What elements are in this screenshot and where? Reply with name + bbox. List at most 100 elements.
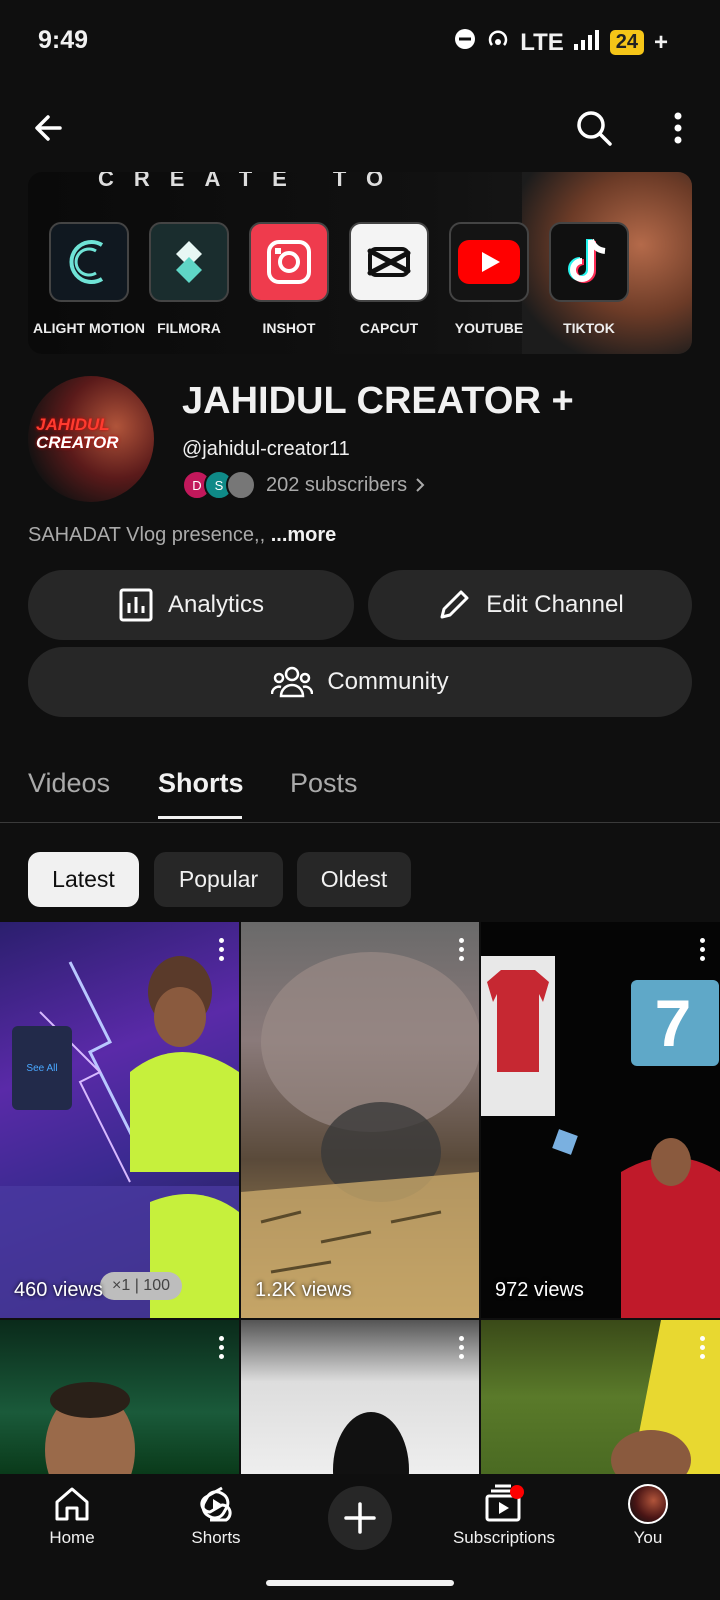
signal-icon: [573, 29, 600, 57]
analytics-button[interactable]: Analytics: [28, 570, 354, 640]
thumbnail-art: [241, 952, 479, 1318]
chip-latest[interactable]: Latest: [28, 852, 139, 907]
edit-channel-label: Edit Channel: [486, 591, 624, 618]
tiktok-icon: [549, 222, 629, 302]
app-label: YOUTUBE: [454, 320, 524, 336]
thumbnail-art: [611, 1320, 720, 1474]
channel-name: JAHIDUL CREATOR +: [182, 380, 574, 422]
short-thumbnail[interactable]: See All ×1 | 100 460 views: [0, 922, 239, 1318]
description-text: SAHADAT Vlog presence,,: [28, 524, 266, 546]
channel-banner: CREATE TO ALIGHT MOTION FILMORA INSHOT C…: [28, 172, 692, 354]
active-tab-indicator: [158, 816, 242, 819]
short-menu-button[interactable]: [219, 938, 225, 961]
nav-you-label: You: [633, 1528, 663, 1547]
short-thumbnail[interactable]: [0, 1320, 239, 1474]
overlay-card: See All: [12, 1026, 72, 1110]
banner-app: INSHOT: [248, 222, 330, 336]
status-time: 9:49: [38, 26, 89, 54]
chip-popular[interactable]: Popular: [154, 852, 283, 907]
banner-app-list: ALIGHT MOTION FILMORA INSHOT CAPCUT YOUT…: [33, 222, 630, 336]
shorts-icon: [200, 1486, 232, 1522]
nav-subscriptions[interactable]: Subscriptions: [448, 1484, 560, 1548]
banner-app: FILMORA: [148, 222, 230, 336]
nav-shorts-label: Shorts: [191, 1528, 241, 1547]
short-thumbnail[interactable]: 7 972 views: [481, 922, 720, 1318]
nav-home-label: Home: [49, 1528, 95, 1547]
banner-app: YOUTUBE: [448, 222, 530, 336]
short-menu-button[interactable]: [700, 938, 706, 961]
analytics-icon: [119, 588, 153, 622]
channel-description[interactable]: SAHADAT Vlog presence,, ...more: [28, 524, 336, 547]
nav-shorts[interactable]: Shorts: [184, 1484, 248, 1548]
charging-plus-icon: +: [653, 28, 668, 56]
alight-motion-icon: [49, 222, 129, 302]
subscribers-link[interactable]: D S 202 subscribers: [182, 470, 425, 500]
thumbnail-art: [0, 956, 239, 1318]
banner-app: ALIGHT MOTION: [33, 222, 145, 336]
reward-badge: ×1 | 100: [100, 1272, 182, 1300]
filmora-icon: [149, 222, 229, 302]
hotspot-icon: [486, 28, 510, 57]
search-button[interactable]: [570, 104, 618, 152]
subscriber-count: 202 subscribers: [266, 473, 408, 496]
channel-handle: @jahidul-creator11: [182, 438, 350, 460]
create-button[interactable]: [328, 1486, 392, 1550]
thumbnail-art: [45, 1382, 135, 1474]
tab-posts[interactable]: Posts: [290, 768, 358, 799]
short-views: 1.2K views: [255, 1279, 352, 1301]
analytics-label: Analytics: [167, 591, 265, 618]
banner-app: TIKTOK: [548, 222, 630, 336]
chevron-right-icon: [416, 478, 425, 492]
app-label: INSHOT: [262, 320, 316, 336]
more-link[interactable]: ...more: [271, 524, 337, 546]
community-label: Community: [327, 668, 449, 695]
number-overlay: 7: [654, 986, 692, 1060]
app-label: CAPCUT: [359, 320, 419, 336]
short-views: 972 views: [495, 1279, 584, 1301]
chip-oldest[interactable]: Oldest: [297, 852, 411, 907]
banner-app: CAPCUT: [348, 222, 430, 336]
thumbnail-art: [333, 1412, 409, 1474]
short-thumbnail[interactable]: [241, 1320, 479, 1474]
short-thumbnail[interactable]: 1.2K views: [241, 922, 479, 1318]
pencil-icon: [440, 590, 469, 619]
capcut-icon: [349, 222, 429, 302]
community-icon: [271, 666, 314, 698]
channel-avatar[interactable]: JAHIDUL CREATOR: [28, 376, 154, 502]
edit-channel-button[interactable]: Edit Channel: [368, 570, 692, 640]
home-icon: [55, 1487, 89, 1521]
nav-you[interactable]: You: [616, 1484, 680, 1548]
profile-avatar: [628, 1484, 668, 1524]
community-button[interactable]: Community: [28, 647, 692, 717]
banner-header: CREATE TO: [98, 172, 404, 191]
app-label: FILMORA: [157, 320, 221, 336]
nav-home[interactable]: Home: [40, 1484, 104, 1548]
home-indicator[interactable]: [266, 1580, 454, 1586]
tabs-divider: [0, 822, 720, 823]
tab-shorts[interactable]: Shorts: [158, 768, 244, 799]
tab-videos[interactable]: Videos: [28, 768, 110, 799]
app-label: ALIGHT MOTION: [33, 320, 145, 336]
youtube-icon: [449, 222, 529, 302]
subscriptions-icon: [485, 1484, 524, 1522]
short-views: 460 views: [14, 1279, 103, 1301]
short-thumbnail[interactable]: [481, 1320, 720, 1474]
more-options-button[interactable]: [654, 104, 702, 152]
more-vertical-icon: [674, 112, 682, 144]
short-menu-button[interactable]: [219, 1336, 225, 1359]
subscriber-avatar: [226, 470, 256, 500]
inshot-icon: [249, 222, 329, 302]
short-menu-button[interactable]: [700, 1336, 706, 1359]
back-button[interactable]: [24, 104, 72, 152]
battery-icon: 24: [609, 30, 644, 55]
status-icons: LTE 24 +: [454, 28, 668, 57]
short-menu-button[interactable]: [459, 938, 465, 961]
dnd-icon: [454, 28, 476, 57]
search-icon: [577, 111, 612, 146]
nav-subscriptions-label: Subscriptions: [452, 1528, 556, 1547]
plus-icon: [344, 1502, 376, 1534]
network-label: LTE: [520, 28, 564, 56]
avatar-text-2: CREATOR: [36, 433, 119, 452]
back-arrow-icon: [35, 115, 62, 141]
short-menu-button[interactable]: [459, 1336, 465, 1359]
